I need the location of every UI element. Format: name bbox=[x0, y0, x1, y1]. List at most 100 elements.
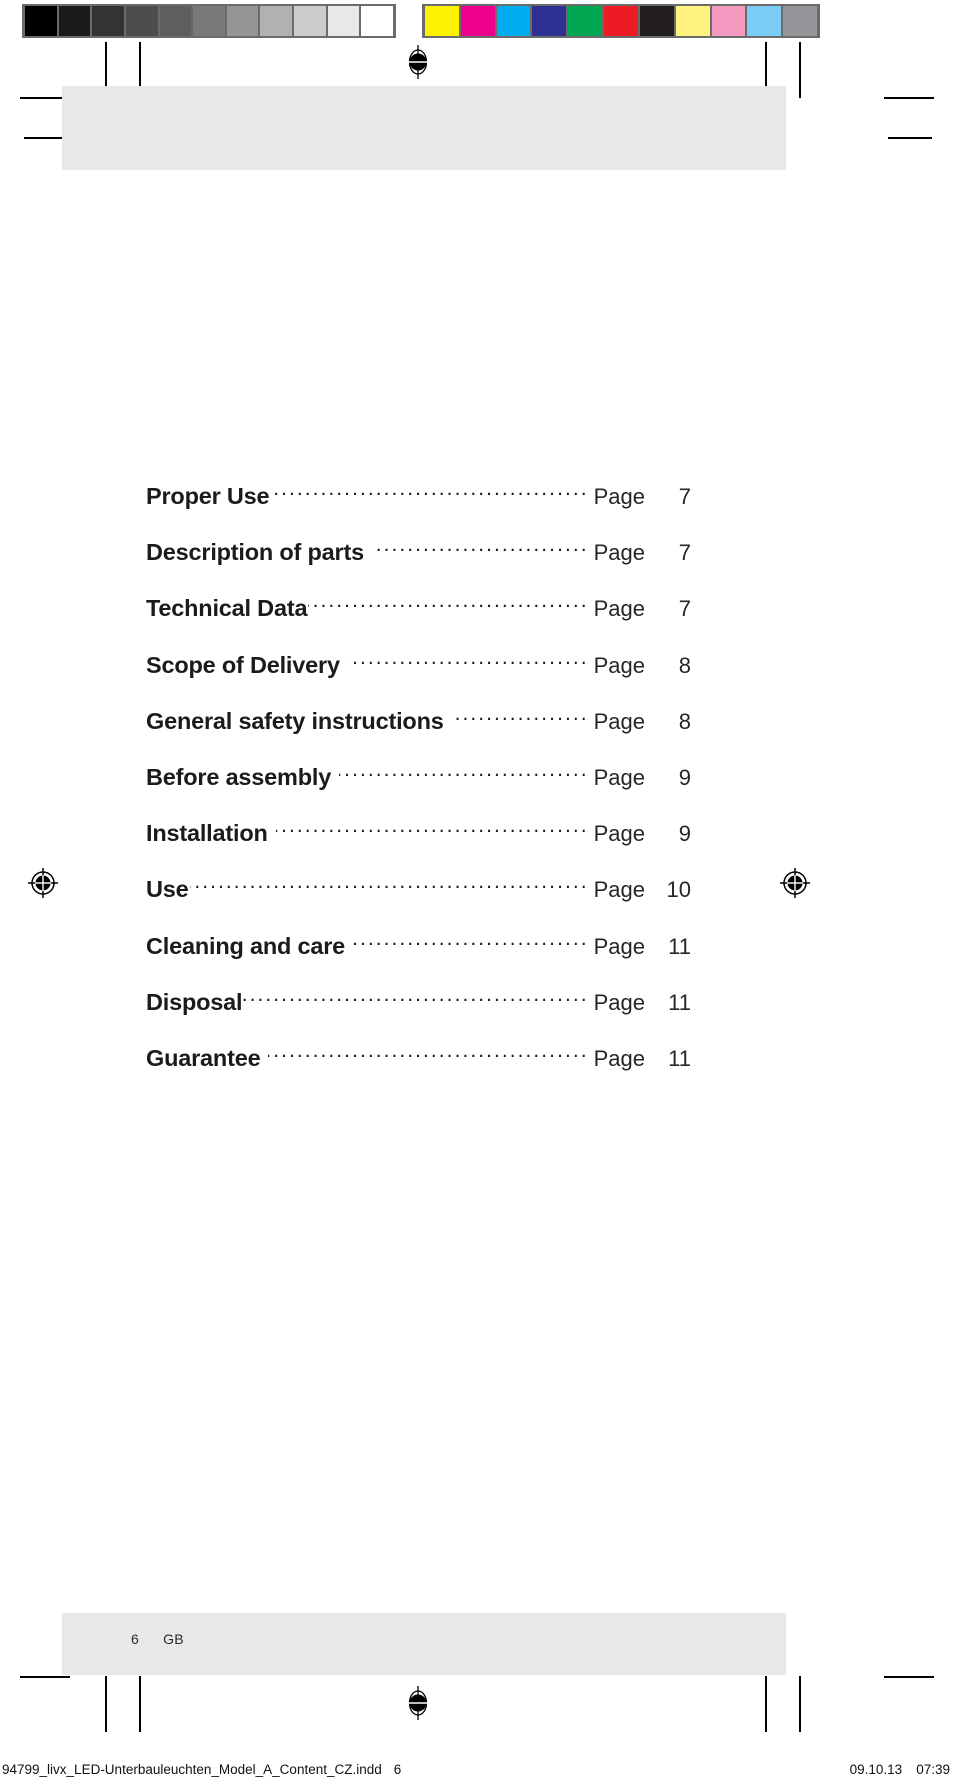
print-slug: 94799_livx_LED-Unterbauleuchten_Model_A_… bbox=[0, 1762, 954, 1782]
toc-entry-page-number: 7 bbox=[678, 540, 691, 566]
toc-entry[interactable]: Disposal Page 11 bbox=[146, 989, 691, 1045]
toc-entry[interactable]: Description of parts Page 7 bbox=[146, 539, 691, 595]
registration-target-icon bbox=[404, 1686, 432, 1720]
grayscale-swatch bbox=[125, 6, 158, 36]
grayscale-swatch bbox=[159, 6, 192, 36]
toc-entry-title: Scope of Delivery bbox=[146, 651, 340, 678]
process-color-swatch bbox=[747, 6, 782, 36]
grayscale-swatch bbox=[58, 6, 91, 36]
toc-entry-page-label: Page bbox=[593, 989, 645, 1015]
toc-entry-page-label: Page bbox=[593, 708, 645, 734]
toc-entry-page-number: 11 bbox=[668, 989, 691, 1015]
toc-entry-page-label: Page bbox=[593, 652, 645, 678]
toc-entry-page-number: 10 bbox=[666, 877, 691, 903]
grayscale-swatch bbox=[361, 6, 394, 36]
toc-entry-page-label: Page bbox=[593, 821, 645, 847]
toc-leader-dots bbox=[353, 934, 589, 954]
slug-page: 6 bbox=[393, 1762, 402, 1777]
toc-entry[interactable]: General safety instructions Page 8 bbox=[146, 708, 691, 764]
toc-entry-page-label: Page bbox=[593, 764, 645, 790]
process-color-swatch bbox=[783, 6, 817, 36]
grayscale-calibration-bar bbox=[22, 4, 396, 38]
page-footer: 6 GB bbox=[131, 1631, 184, 1647]
process-color-calibration-bar bbox=[422, 4, 820, 38]
toc-leader-dots bbox=[308, 596, 588, 616]
slug-timestamp-group: 09.10.13 07:39 bbox=[850, 1762, 950, 1777]
crop-mark bbox=[139, 1676, 141, 1732]
process-color-swatch bbox=[496, 6, 531, 36]
page-header-band bbox=[62, 86, 786, 170]
toc-leader-dots bbox=[243, 990, 588, 1010]
slug-date: 09.10.13 bbox=[849, 1762, 903, 1777]
registration-target-icon bbox=[780, 868, 810, 898]
toc-entry-page-number: 11 bbox=[668, 933, 691, 959]
crop-mark bbox=[884, 97, 934, 99]
toc-entry-page-number: 9 bbox=[678, 764, 691, 790]
toc-entry-page-label: Page bbox=[593, 540, 645, 566]
footer-language-code: GB bbox=[163, 1631, 184, 1647]
color-calibration-bars bbox=[22, 4, 932, 38]
process-color-swatch bbox=[460, 6, 495, 36]
grayscale-swatch bbox=[260, 6, 293, 36]
process-color-swatch bbox=[639, 6, 674, 36]
grayscale-swatch bbox=[327, 6, 360, 36]
grayscale-swatch bbox=[193, 6, 225, 36]
process-color-swatch bbox=[568, 6, 603, 36]
process-color-swatch bbox=[604, 6, 638, 36]
toc-entry-title: Disposal bbox=[146, 988, 243, 1015]
toc-entry-title: Use bbox=[146, 876, 189, 903]
toc-entry[interactable]: Technical Data Page 7 bbox=[146, 595, 691, 651]
crop-mark bbox=[105, 1676, 107, 1732]
slug-time: 07:39 bbox=[916, 1762, 950, 1777]
toc-entry-page-label: Page bbox=[593, 877, 645, 903]
grayscale-swatch bbox=[294, 6, 326, 36]
toc-leader-dots bbox=[348, 653, 589, 673]
grayscale-swatch bbox=[25, 6, 57, 36]
toc-entry-page-number: 7 bbox=[678, 484, 691, 509]
process-color-swatch bbox=[711, 6, 746, 36]
toc-entry-title: Cleaning and care bbox=[146, 932, 346, 959]
toc-entry-title: Proper Use bbox=[146, 483, 270, 509]
toc-leader-dots bbox=[190, 877, 589, 897]
toc-entry-title: Technical Data bbox=[146, 595, 308, 622]
registration-target-icon bbox=[28, 868, 58, 898]
toc-entry-page-label: Page bbox=[593, 1045, 645, 1071]
toc-entry[interactable]: Cleaning and care Page 11 bbox=[146, 933, 691, 989]
toc-entry[interactable]: Use Page 10 bbox=[146, 876, 691, 932]
slug-filename: 94799_livx_LED-Unterbauleuchten_Model_A_… bbox=[2, 1762, 382, 1777]
toc-entry[interactable]: Scope of Delivery Page 8 bbox=[146, 652, 691, 708]
toc-entry-page-label: Page bbox=[593, 933, 645, 959]
toc-leader-dots bbox=[452, 709, 589, 729]
grayscale-swatch bbox=[92, 6, 124, 36]
registration-target-icon bbox=[404, 45, 432, 79]
toc-entry-title: General safety instructions bbox=[146, 707, 444, 734]
crop-mark bbox=[799, 42, 801, 98]
toc-leader-dots bbox=[372, 540, 589, 560]
toc-entry-title: Description of parts bbox=[146, 539, 364, 566]
toc-entry[interactable]: Proper Use Page 7 bbox=[146, 483, 691, 539]
toc-entry-page-number: 8 bbox=[678, 652, 691, 678]
toc-entry-page-label: Page bbox=[593, 484, 645, 509]
footer-page-number: 6 bbox=[131, 1631, 140, 1647]
table-of-contents: Proper Use Page 7 Description of parts Page 7… bbox=[146, 483, 691, 1101]
toc-leader-dots bbox=[268, 1046, 588, 1066]
crop-mark bbox=[799, 1676, 801, 1732]
crop-mark bbox=[884, 1676, 934, 1678]
toc-leader-dots bbox=[270, 484, 588, 504]
toc-leader-dots bbox=[276, 821, 589, 841]
toc-entry[interactable]: Guarantee Page 11 bbox=[146, 1045, 691, 1101]
crop-mark bbox=[20, 1676, 70, 1678]
crop-mark bbox=[888, 137, 932, 139]
toc-entry[interactable]: Installation Page 9 bbox=[146, 820, 691, 876]
toc-entry-title: Guarantee bbox=[146, 1044, 261, 1071]
toc-leader-dots bbox=[339, 765, 589, 785]
crop-mark bbox=[765, 1676, 767, 1732]
process-color-swatch bbox=[675, 6, 710, 36]
toc-entry-page-number: 8 bbox=[678, 708, 691, 734]
toc-entry[interactable]: Before assembly Page 9 bbox=[146, 764, 691, 820]
process-color-swatch bbox=[425, 6, 459, 36]
toc-entry-page-number: 9 bbox=[678, 821, 691, 847]
toc-entry-page-label: Page bbox=[593, 596, 645, 622]
process-color-swatch bbox=[532, 6, 567, 36]
toc-entry-title: Before assembly bbox=[146, 763, 332, 790]
